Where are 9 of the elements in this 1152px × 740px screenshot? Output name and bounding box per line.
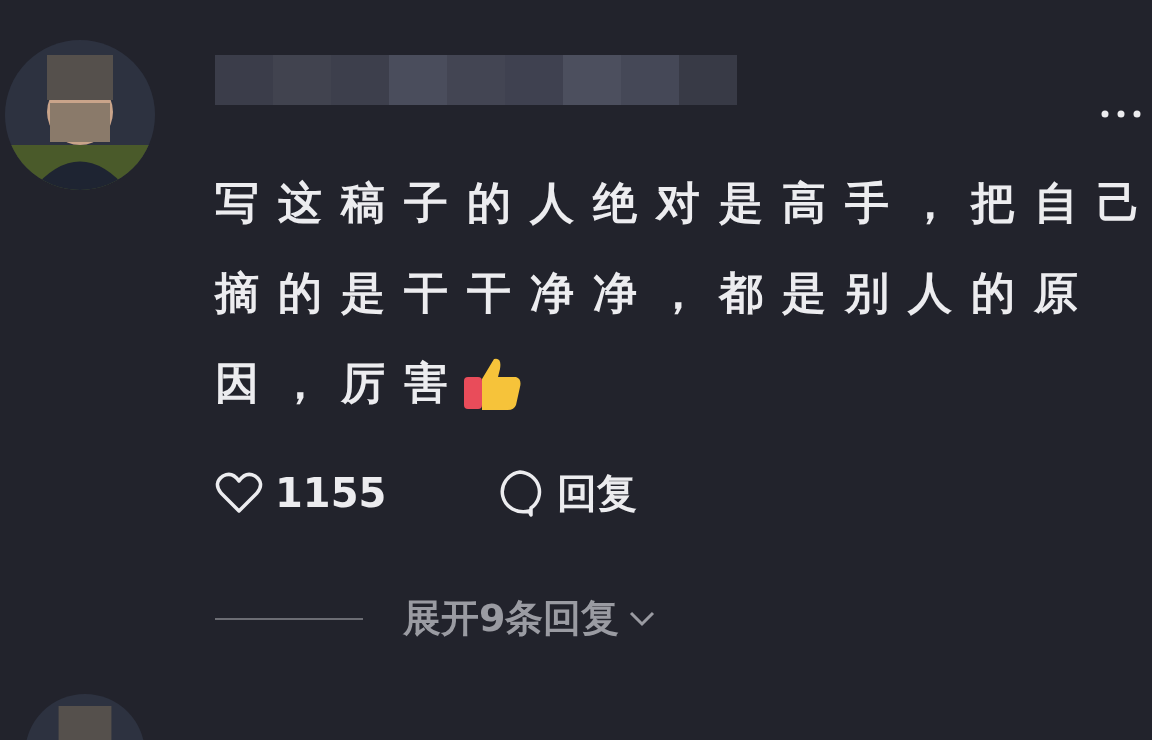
- comment-text: 写这稿子的人绝对是高手，把自己: [215, 176, 1152, 230]
- comment-text: 因，厉害: [215, 356, 467, 410]
- expand-replies-button[interactable]: 展开9条回复: [403, 593, 656, 644]
- reply-button[interactable]: 回复: [495, 465, 637, 521]
- chevron-down-icon: [629, 610, 656, 627]
- more-icon[interactable]: [1101, 110, 1141, 118]
- heart-icon: [215, 471, 263, 515]
- like-button[interactable]: 1155: [215, 470, 495, 516]
- comment-text: 摘的是干干净净，都是别人的原: [215, 266, 1097, 320]
